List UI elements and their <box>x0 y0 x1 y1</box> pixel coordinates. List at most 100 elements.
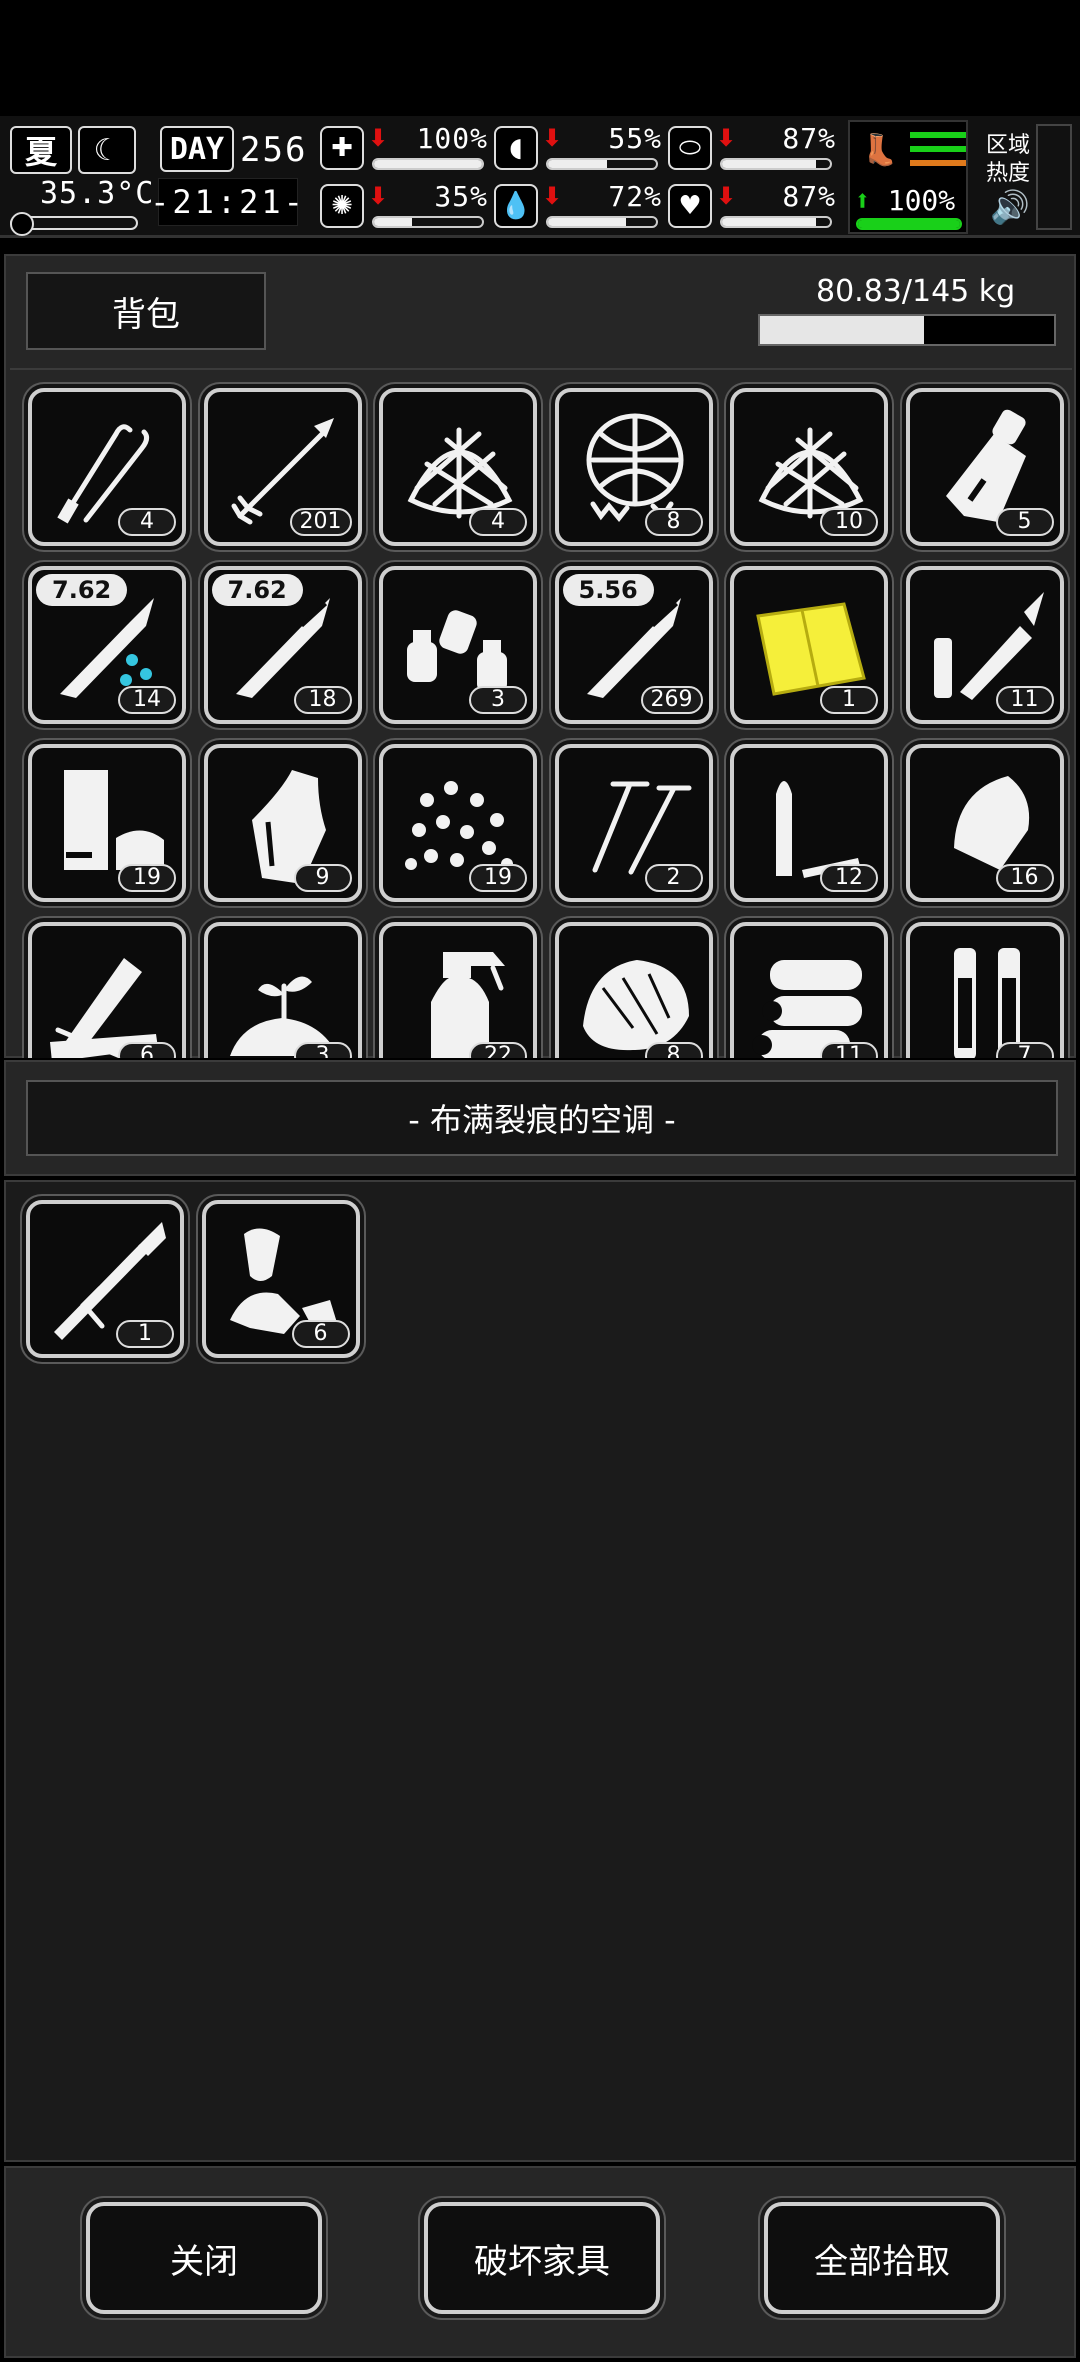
container-grid[interactable]: 16 <box>4 1180 1076 2162</box>
item-slot[interactable]: 7.62 18 <box>203 566 362 724</box>
container-header: - 布满裂痕的空调 - <box>4 1060 1076 1176</box>
item-count: 19 <box>469 864 527 892</box>
item-count: 11 <box>820 1042 878 1058</box>
stamina-bar <box>856 218 962 230</box>
item-count: 19 <box>118 864 176 892</box>
item-count: 3 <box>293 1042 352 1058</box>
item-slot[interactable]: 10 <box>730 388 888 546</box>
item-slot[interactable]: 4 <box>379 388 537 546</box>
item-slot[interactable]: 3 <box>379 566 537 724</box>
item-count: 8 <box>644 1042 703 1058</box>
item-slot[interactable]: 11 <box>905 566 1064 724</box>
heart-icon: ♥ <box>668 184 712 228</box>
item-slot[interactable]: 1 <box>730 566 888 724</box>
item-count: 7 <box>995 1042 1054 1058</box>
item-slot[interactable]: 8 <box>554 922 713 1058</box>
item-slot[interactable]: 7.62 14 <box>28 566 186 724</box>
wood-planks-icon <box>50 958 158 1058</box>
item-slot[interactable]: 1 <box>26 1200 184 1358</box>
stamina-value: ⬆ 100% <box>854 184 956 217</box>
item-slot[interactable]: 5 <box>905 388 1064 546</box>
item-slot[interactable]: 2 <box>554 744 713 902</box>
item-count: 14 <box>118 686 176 714</box>
item-slot[interactable]: 3 <box>203 922 362 1058</box>
stat-thirst: 💧 ⬇ 72% <box>494 180 666 232</box>
stat-value: 35% <box>434 180 488 213</box>
destroy-furniture-label: 破坏家具 <box>474 2241 610 2282</box>
stamina-panel: 👢 ⬆ 100% <box>848 120 968 234</box>
item-count: 16 <box>995 864 1054 892</box>
stat-value: 100% <box>416 122 488 155</box>
item-count: 2 <box>644 864 703 892</box>
item-slot[interactable]: 201 <box>203 388 362 546</box>
item-slot[interactable]: 7 <box>905 922 1064 1058</box>
backpack-panel: 背包 80.83/145 kg 4 201 4 8 10 5 7.62 14 7.62 18 3 5.… <box>4 254 1076 1058</box>
item-slot[interactable]: 16 <box>905 744 1064 902</box>
item-slot[interactable]: 19 <box>28 744 186 902</box>
footer-bar: 关闭 破坏家具 全部拾取 <box>4 2166 1076 2358</box>
trend-down-icon: ⬇ <box>542 182 563 210</box>
close-button[interactable]: 关闭 <box>86 2202 322 2314</box>
brain-icon: ✺ <box>320 184 364 228</box>
item-count: 4 <box>118 508 176 536</box>
item-count: 201 <box>289 508 352 536</box>
backpack-tab-label: 背包 <box>112 294 180 335</box>
trend-down-icon: ⬇ <box>542 124 563 152</box>
day-label: DAY <box>169 131 225 167</box>
item-slot[interactable]: 6 <box>201 1200 360 1358</box>
destroy-furniture-button[interactable]: 破坏家具 <box>424 2202 660 2314</box>
logs-icon <box>752 960 862 1058</box>
item-slot[interactable]: 8 <box>554 388 713 546</box>
gunpowder-tubes-icon <box>953 948 1020 1058</box>
item-count: 18 <box>293 686 352 714</box>
stat-bar <box>546 216 658 228</box>
item-slot[interactable]: 22 <box>379 922 537 1058</box>
item-count: 8 <box>644 508 703 536</box>
stamina-lines <box>910 132 966 174</box>
backpack-tab[interactable]: 背包 <box>26 272 266 350</box>
game-clock: -21:21- <box>150 178 303 226</box>
backpack-grid[interactable]: 4 201 4 8 10 5 7.62 14 7.62 18 3 5.56 269 1 11 19 9 19 2 12… <box>10 368 1072 1058</box>
stat-bar <box>372 216 484 228</box>
water-drop-icon: 💧 <box>494 184 538 228</box>
item-slot[interactable]: 9 <box>203 744 362 902</box>
trend-down-icon: ⬇ <box>368 124 389 152</box>
speaker-icon[interactable]: 🔊 <box>990 188 1030 226</box>
stat-bar <box>372 158 484 170</box>
item-count: 11 <box>995 686 1054 714</box>
weight-text: 80.83/145 kg <box>816 274 1016 309</box>
take-all-button[interactable]: 全部拾取 <box>764 2202 1000 2314</box>
item-slot[interactable]: 6 <box>28 922 186 1058</box>
caliber-tag: 5.56 <box>562 574 654 606</box>
item-slot[interactable]: 19 <box>379 744 537 902</box>
weight-bar <box>758 314 1056 346</box>
medkit-icon: ✚ <box>320 126 364 170</box>
item-count: 22 <box>469 1042 527 1058</box>
stat-sanity: ✺ ⬇ 35% <box>320 180 492 232</box>
item-count: 269 <box>640 686 703 714</box>
stat-value: 87% <box>782 122 836 155</box>
boot-icon: 👢 <box>861 132 899 168</box>
item-count: 1 <box>820 686 878 714</box>
stat-value: 87% <box>782 180 836 213</box>
item-count: 4 <box>469 508 527 536</box>
item-slot[interactable]: 4 <box>28 388 186 546</box>
stat-hunger: ◖ ⬇ 55% <box>494 122 666 174</box>
item-slot[interactable]: 11 <box>730 922 888 1058</box>
fiber-icon <box>582 960 689 1051</box>
season-label: 夏 <box>24 133 57 171</box>
item-slot[interactable]: 12 <box>730 744 888 902</box>
item-count: 9 <box>293 864 352 892</box>
take-all-label: 全部拾取 <box>814 2241 950 2282</box>
item-count: 1 <box>116 1320 174 1348</box>
caliber-tag: 7.62 <box>211 574 303 606</box>
stat-mood: ♥ ⬇ 87% <box>668 180 840 232</box>
caliber-tag: 7.62 <box>36 574 128 606</box>
spray-bottle-icon <box>431 952 505 1058</box>
item-count: 3 <box>469 686 527 714</box>
item-slot[interactable]: 5.56 269 <box>554 566 713 724</box>
stat-bar <box>720 158 832 170</box>
container-title: - 布满裂痕的空调 - <box>26 1080 1058 1156</box>
stat-bar <box>720 216 832 228</box>
stat-bar <box>546 158 658 170</box>
